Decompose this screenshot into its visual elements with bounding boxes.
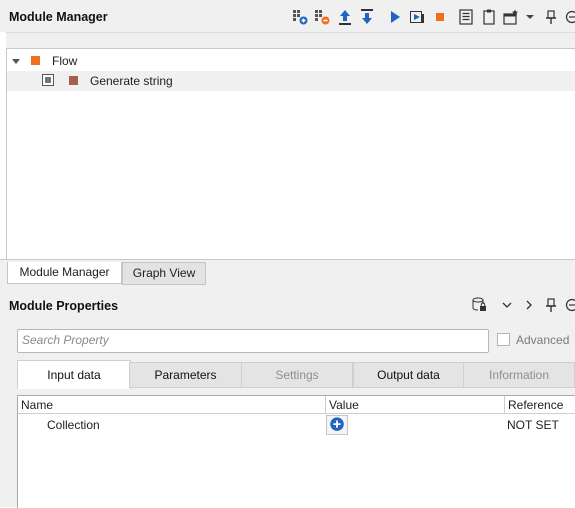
column-header-value[interactable]: Value (326, 396, 505, 414)
tab-input-data[interactable]: Input data (17, 360, 131, 389)
module-manager-header: Module Manager (0, 0, 575, 32)
advanced-checkbox[interactable] (497, 333, 510, 346)
dropdown-arrow-icon[interactable] (522, 9, 538, 25)
run-icon[interactable] (387, 9, 403, 25)
flow-color-icon (31, 56, 40, 65)
database-lock-icon[interactable] (471, 297, 487, 313)
module-manager-bottom-tabs: Module Manager Graph View (0, 259, 575, 286)
search-property-field[interactable] (17, 329, 489, 353)
tree-item-generate-string[interactable]: Generate string (7, 71, 575, 91)
tab-module-manager[interactable]: Module Manager (7, 262, 122, 284)
module-manager-title: Module Manager (9, 10, 108, 24)
table-row[interactable]: Collection NOT SET (18, 415, 575, 435)
advanced-label: Advanced (516, 333, 569, 347)
properties-table: Name Value Reference Collection NOT SET (17, 395, 575, 508)
move-down-icon[interactable] (359, 9, 375, 25)
add-module-icon[interactable] (292, 9, 308, 25)
tab-settings[interactable]: Settings (241, 362, 353, 388)
tab-information[interactable]: Information (463, 362, 575, 388)
pin-icon[interactable] (543, 297, 559, 313)
property-name: Collection (47, 418, 100, 432)
step-run-icon[interactable] (409, 9, 425, 25)
plus-circle-icon[interactable] (326, 415, 348, 435)
clipboard-icon[interactable] (481, 9, 497, 25)
tab-parameters[interactable]: Parameters (129, 362, 242, 388)
module-manager-toolbar-strip (6, 32, 575, 49)
tab-graph-view[interactable]: Graph View (122, 262, 206, 285)
search-input[interactable] (18, 330, 486, 350)
column-header-reference[interactable]: Reference (505, 396, 575, 414)
module-color-icon (69, 76, 78, 85)
list-icon[interactable] (458, 9, 474, 25)
stop-icon[interactable] (432, 9, 448, 25)
pin-icon[interactable] (543, 9, 559, 25)
tree-item-label: Flow (52, 54, 77, 68)
module-tree: Flow Generate string (6, 48, 575, 260)
expand-arrow-icon[interactable] (11, 55, 21, 65)
new-window-icon[interactable] (503, 9, 519, 25)
tab-output-data[interactable]: Output data (353, 362, 464, 388)
module-checkbox[interactable] (42, 74, 54, 86)
minimize-icon[interactable] (564, 9, 575, 25)
column-header-name[interactable]: Name (18, 396, 326, 414)
property-reference: NOT SET (507, 418, 559, 432)
tree-item-flow[interactable]: Flow (7, 51, 575, 71)
minimize-icon[interactable] (564, 297, 575, 313)
chevron-down-icon[interactable] (499, 297, 515, 313)
chevron-right-icon[interactable] (521, 297, 537, 313)
remove-module-icon[interactable] (314, 9, 330, 25)
module-properties-title: Module Properties (9, 299, 118, 313)
tree-item-label: Generate string (90, 74, 173, 88)
move-up-icon[interactable] (337, 9, 353, 25)
module-properties-header: Module Properties (0, 293, 575, 323)
